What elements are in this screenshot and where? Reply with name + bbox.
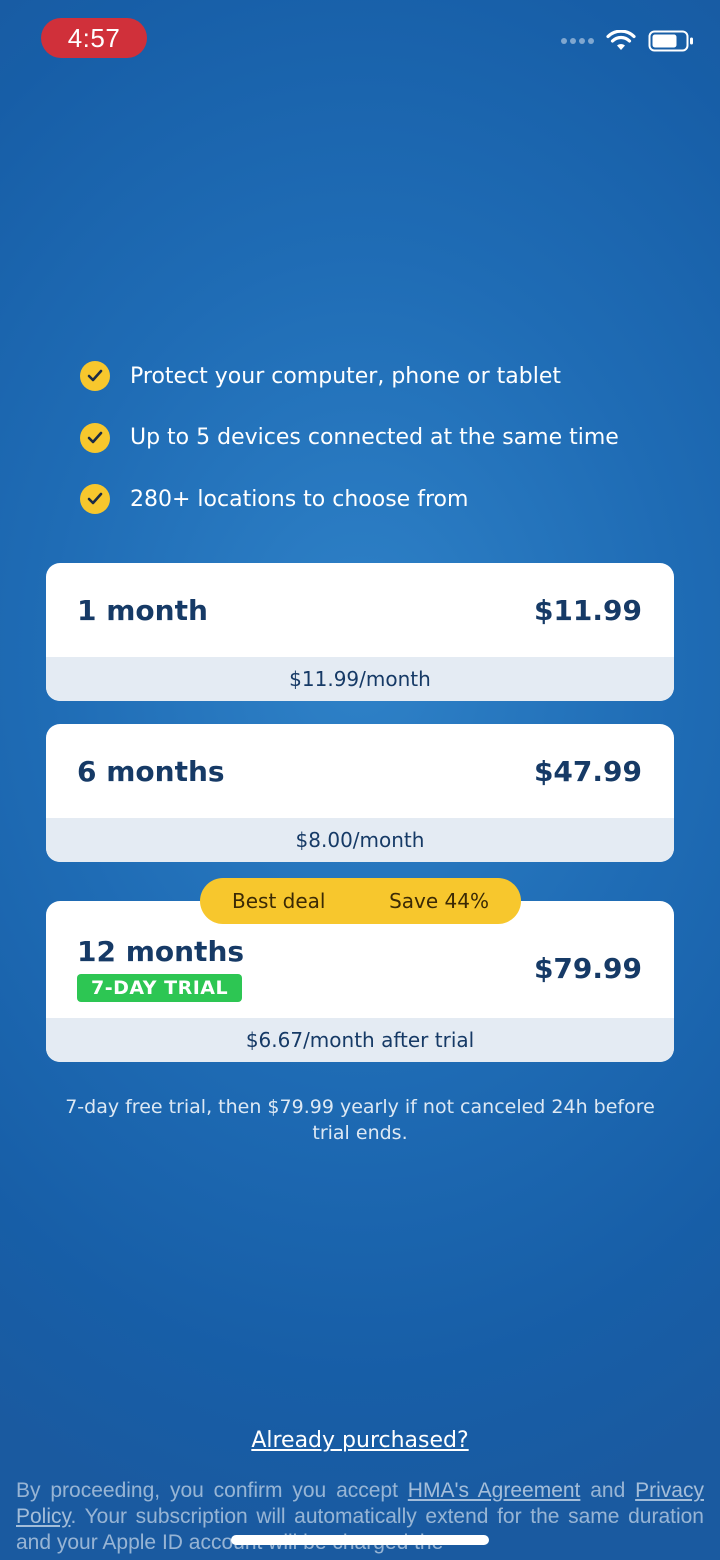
checkmark-icon: [80, 422, 110, 453]
plan-name: 1 month: [77, 593, 208, 627]
plan-per-month: $6.67/month after trial: [46, 1018, 674, 1062]
status-icons: [561, 30, 694, 52]
feature-text: 280+ locations to choose from: [130, 486, 469, 512]
feature-list: Protect your computer, phone or tablet U…: [80, 358, 619, 543]
plan-per-month: $11.99/month: [46, 657, 674, 701]
feature-item: 280+ locations to choose from: [80, 481, 619, 517]
checkmark-icon: [80, 484, 110, 514]
plan-price: $11.99: [533, 593, 642, 627]
checkmark-icon: [80, 361, 110, 391]
battery-icon: [648, 30, 693, 52]
trial-badge: 7-DAY TRIAL: [77, 974, 243, 1002]
plan-name-group: 12 months 7-DAY TRIAL: [77, 935, 244, 1002]
plan-option-12-months[interactable]: 12 months 7-DAY TRIAL $79.99 $6.67/month…: [46, 901, 674, 1062]
home-indicator[interactable]: [231, 1535, 489, 1545]
plan-name: 12 months: [77, 935, 245, 968]
feature-item: Protect your computer, phone or tablet: [80, 358, 619, 394]
already-purchased-link[interactable]: Already purchased?: [0, 1428, 720, 1453]
trial-terms-note: 7-day free trial, then $79.99 yearly if …: [65, 1096, 655, 1144]
plan-price: $79.99: [533, 952, 642, 985]
wifi-icon: [606, 30, 636, 50]
feature-text: Protect your computer, phone or tablet: [130, 363, 562, 389]
legal-and: and: [580, 1479, 636, 1502]
legal-prefix: By proceeding, you confirm you accept: [16, 1479, 408, 1502]
legal-suffix: . Your subscription will automatically e…: [16, 1505, 704, 1554]
cellular-signal-icon: [561, 38, 594, 44]
plan-price: $47.99: [533, 754, 642, 788]
save-percent-label: Save 44%: [389, 889, 489, 913]
plan-name: 6 months: [77, 754, 225, 788]
best-deal-badge: Best deal Save 44%: [200, 878, 521, 924]
plan-option-6-months[interactable]: 6 months $47.99 $8.00/month: [46, 724, 674, 862]
status-time: 4:57: [41, 18, 147, 58]
agreement-link[interactable]: HMA's Agreement: [408, 1479, 581, 1502]
feature-text: Up to 5 devices connected at the same ti…: [130, 425, 619, 450]
feature-item: Up to 5 devices connected at the same ti…: [80, 420, 619, 456]
plan-option-1-month[interactable]: 1 month $11.99 $11.99/month: [46, 563, 674, 701]
plan-per-month: $8.00/month: [46, 818, 674, 862]
best-deal-label: Best deal: [232, 889, 326, 913]
